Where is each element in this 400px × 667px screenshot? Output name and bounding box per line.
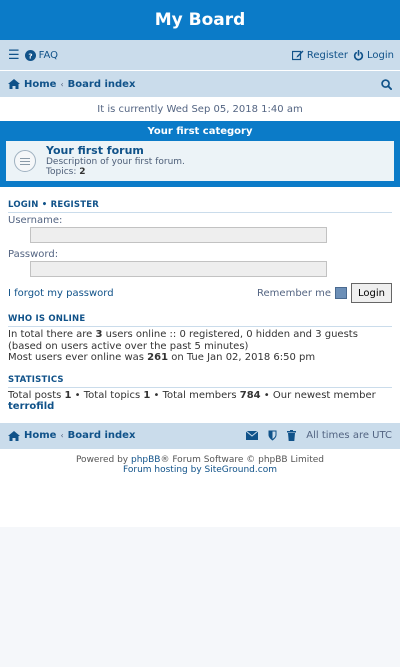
- max-users-count: 261: [147, 352, 169, 363]
- topics-label: Topics:: [46, 167, 77, 177]
- forum-description: Description of your first forum.: [46, 157, 185, 167]
- svg-text:?: ?: [28, 51, 32, 60]
- forum-topics: Topics: 2: [46, 167, 185, 177]
- trash-icon[interactable]: [287, 430, 297, 441]
- online-line-1-post: users online :: 0 registered, 0 hidden a…: [102, 329, 358, 340]
- search-icon[interactable]: [381, 78, 392, 90]
- timezone-label: All times are UTC: [306, 430, 392, 441]
- faq-label: FAQ: [38, 49, 59, 61]
- forgot-password-link[interactable]: I forgot my password: [8, 288, 114, 299]
- newest-member-link[interactable]: terrofild: [8, 401, 54, 412]
- footer-home[interactable]: Home: [24, 430, 56, 441]
- who-is-online-heading: WHO IS ONLINE: [8, 314, 86, 324]
- newest-label: • Our newest member: [260, 389, 376, 401]
- breadcrumb-board-index[interactable]: Board index: [68, 79, 136, 90]
- who-is-online-text: In total there are 3 users online :: 0 r…: [0, 327, 400, 364]
- forum-row[interactable]: Your first forum Description of your fir…: [0, 141, 400, 181]
- password-field[interactable]: [30, 261, 327, 277]
- current-time: It is currently Wed Sep 05, 2018 1:40 am: [97, 103, 303, 115]
- footer-board-index[interactable]: Board index: [68, 430, 136, 441]
- footer-separator: ‹: [60, 431, 64, 440]
- hamburger-icon[interactable]: ☰: [8, 48, 20, 63]
- category-title[interactable]: Your first category: [0, 121, 400, 141]
- login-link[interactable]: Login: [353, 49, 394, 61]
- members-label: • Total members: [150, 389, 240, 401]
- category-block: Your first category Your first forum Des…: [0, 121, 400, 187]
- siteground-link[interactable]: SiteGround.com: [205, 465, 277, 475]
- topics-label-stat: • Total topics: [71, 389, 144, 401]
- posts-count: 1: [64, 389, 72, 401]
- powered-post: ® Forum Software © phpBB Limited: [160, 454, 325, 465]
- online-line-3-post: on Tue Jan 02, 2018 6:50 pm: [168, 352, 316, 363]
- password-label: Password:: [8, 249, 59, 260]
- shield-icon[interactable]: [268, 430, 277, 441]
- online-line-3-pre: Most users ever online was: [8, 352, 148, 363]
- username-field[interactable]: [30, 227, 327, 243]
- register-heading-link[interactable]: REGISTER: [51, 200, 99, 210]
- login-button[interactable]: Login: [351, 283, 392, 303]
- login-heading-link[interactable]: LOGIN: [8, 200, 39, 210]
- breadcrumb-home[interactable]: Home: [24, 79, 56, 90]
- register-icon: [291, 50, 304, 60]
- site-header: My Board: [0, 0, 400, 40]
- site-title[interactable]: My Board: [155, 10, 246, 30]
- remember-me-label: Remember me: [257, 287, 332, 299]
- login-heading: LOGIN • REGISTER: [0, 197, 400, 212]
- online-line-3: Most users ever online was 261 on Tue Ja…: [8, 352, 392, 364]
- hosting-line: Forum hosting by SiteGround.com: [0, 465, 400, 475]
- username-label: Username:: [8, 215, 63, 226]
- online-line-2: (based on users active over the past 5 m…: [8, 340, 249, 352]
- home-icon[interactable]: [8, 79, 20, 89]
- phpbb-link[interactable]: phpBB: [131, 455, 160, 465]
- posts-label: Total posts: [8, 389, 65, 401]
- statistics-heading: STATISTICS: [8, 374, 64, 385]
- login-label: Login: [367, 49, 394, 61]
- envelope-icon[interactable]: [246, 431, 259, 440]
- powered-by-line: Powered by phpBB® Forum Software © phpBB…: [0, 455, 400, 465]
- footer-navbar: Home ‹ Board index All times are UTC: [0, 422, 400, 449]
- breadcrumb: Home ‹ Board index: [0, 71, 400, 97]
- forum-title[interactable]: Your first forum: [46, 145, 185, 157]
- statistics-text: Total posts 1 • Total topics 1 • Total m…: [0, 388, 400, 413]
- faq-link[interactable]: ? FAQ: [24, 49, 59, 61]
- home-icon[interactable]: [8, 430, 20, 441]
- forum-read-icon: [14, 150, 36, 172]
- top-navbar: ☰ ? FAQ Register Login: [0, 40, 400, 70]
- login-heading-separator: •: [41, 200, 48, 210]
- login-form: Username: Password: I forgot my password…: [0, 213, 400, 303]
- breadcrumb-separator: ‹: [60, 79, 64, 89]
- faq-icon: ?: [24, 49, 36, 61]
- remember-me-checkbox[interactable]: [335, 287, 348, 299]
- power-icon: [353, 49, 364, 61]
- online-line-1-pre: In total there are: [8, 329, 96, 340]
- online-line-1: In total there are 3 users online :: 0 r…: [8, 329, 392, 341]
- copyright: Powered by phpBB® Forum Software © phpBB…: [0, 449, 400, 475]
- page-bottom-area: [0, 527, 400, 667]
- topics-count: 2: [79, 167, 86, 177]
- members-count: 784: [239, 389, 261, 401]
- register-label: Register: [306, 49, 349, 61]
- powered-pre: Powered by: [75, 454, 131, 465]
- register-link[interactable]: Register: [291, 49, 349, 61]
- hosting-pre: Forum hosting by: [123, 464, 205, 475]
